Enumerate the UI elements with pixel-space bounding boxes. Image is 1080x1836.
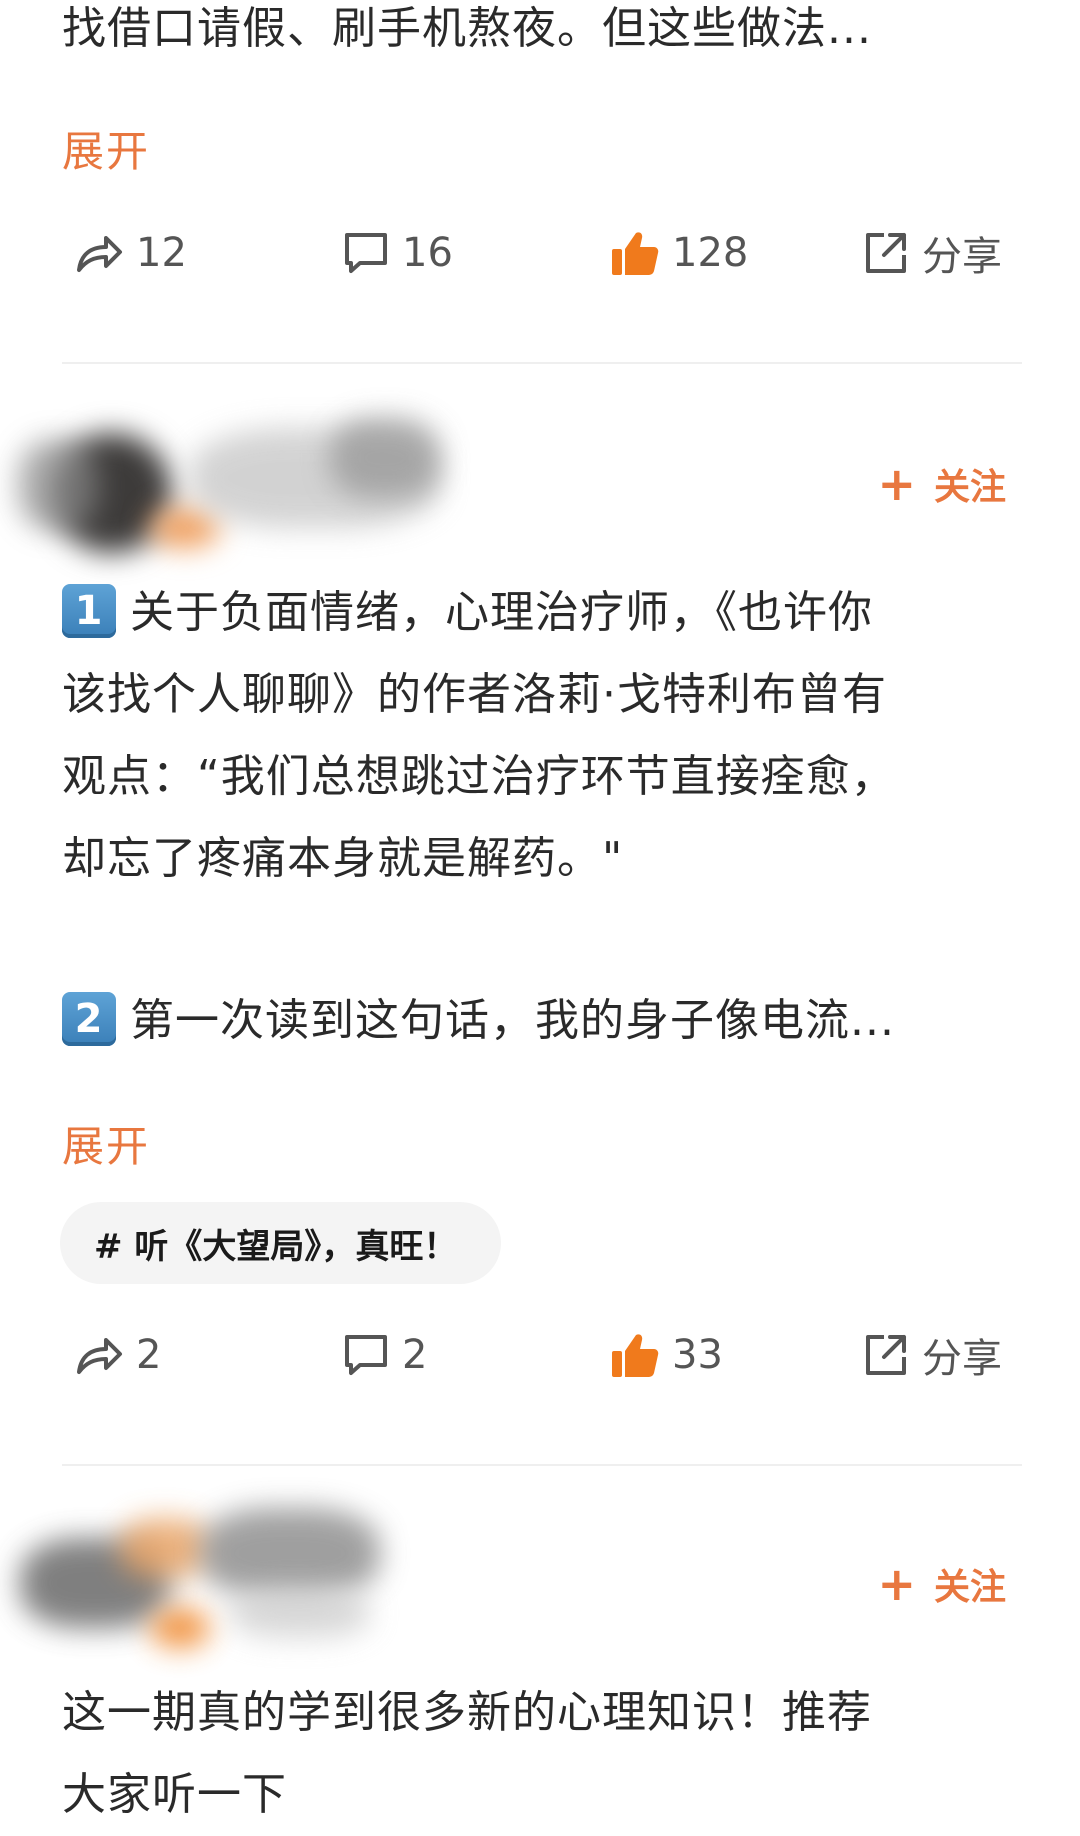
follow-label: 关注 bbox=[933, 1567, 1006, 1608]
thumbs-up-icon bbox=[610, 229, 660, 277]
paragraph-1-line-3: 观点：“我们总想跳过治疗环节直接痊愈， bbox=[62, 751, 896, 802]
repost-arrow-icon bbox=[74, 1332, 124, 1378]
like-count: 128 bbox=[672, 230, 749, 276]
plus-icon: + bbox=[877, 1557, 916, 1611]
paragraph-1-line-2: 该找个人聊聊》的作者洛莉·戈特利布曾有 bbox=[62, 669, 887, 720]
repost-count: 12 bbox=[136, 230, 187, 276]
post-divider bbox=[62, 1464, 1022, 1466]
post-1-last-line: 找借口请假、刷手机熬夜。但这些做法... bbox=[62, 3, 872, 54]
paragraph-2-text: 第一次读到这句话，我的身子像电流... bbox=[130, 995, 895, 1046]
post-2-action-bar: 2 2 33 分享 bbox=[62, 1320, 1022, 1390]
post-2-like-button[interactable]: 33 bbox=[610, 1320, 723, 1390]
post-2-expand-link[interactable]: 展开 bbox=[62, 1113, 150, 1174]
comment-count: 16 bbox=[402, 230, 453, 276]
post-1-repost-button[interactable]: 12 bbox=[74, 218, 187, 288]
paragraph-1-line-1: 关于负面情绪，心理治疗师，《也许你 bbox=[130, 587, 873, 638]
post-divider bbox=[62, 362, 1022, 364]
post-2-comment-button[interactable]: 2 bbox=[342, 1320, 427, 1390]
post-1-text: 找借口请假、刷手机熬夜。但这些做法... bbox=[62, 0, 1022, 70]
share-external-icon bbox=[862, 1331, 910, 1379]
keycap-number-badge: 2 bbox=[62, 992, 116, 1046]
post-3-text: 这一期真的学到很多新的心理知识！推荐 大家听一下 bbox=[62, 1672, 1022, 1836]
comment-bubble-icon bbox=[342, 230, 390, 276]
comment-count: 2 bbox=[402, 1332, 428, 1378]
post-1-action-bar: 12 16 128 分享 bbox=[62, 218, 1022, 288]
repost-count: 2 bbox=[136, 1332, 162, 1378]
paragraph-2-line: 2 第一次读到这句话，我的身子像电流... bbox=[62, 980, 1022, 1062]
post-1-share-button[interactable]: 分享 bbox=[862, 218, 1002, 288]
topic-label: # 听《大望局》，真旺！ bbox=[94, 1226, 458, 1267]
post-2-paragraph-1: 1 关于负面情绪，心理治疗师，《也许你 该找个人聊聊》的作者洛莉·戈特利布曾有 观… bbox=[62, 572, 1022, 900]
post-3-follow-button[interactable]: + 关注 bbox=[877, 1558, 1006, 1610]
post-3-author-row: + 关注 bbox=[0, 1478, 1080, 1678]
thumbs-up-icon bbox=[610, 1331, 660, 1379]
post-2-paragraph-2: 2 第一次读到这句话，我的身子像电流... bbox=[62, 980, 1022, 1062]
topic-hashtag-chip[interactable]: # 听《大望局》，真旺！ bbox=[60, 1202, 502, 1284]
post-1-like-button[interactable]: 128 bbox=[610, 218, 748, 288]
like-count: 33 bbox=[672, 1332, 723, 1378]
post-1-comment-button[interactable]: 16 bbox=[342, 218, 453, 288]
repost-arrow-icon bbox=[74, 230, 124, 276]
post-2-author-row: + 关注 bbox=[0, 378, 1080, 578]
paragraph-1-line-4: 却忘了疼痛本身就是解药。" bbox=[62, 833, 624, 884]
author-avatar-blurred[interactable] bbox=[0, 1478, 420, 1678]
comment-bubble-icon bbox=[342, 1332, 390, 1378]
share-label: 分享 bbox=[922, 1336, 1002, 1382]
post-2-follow-button[interactable]: + 关注 bbox=[877, 458, 1006, 510]
post-1-expand-link[interactable]: 展开 bbox=[62, 118, 150, 179]
share-label: 分享 bbox=[922, 234, 1002, 280]
comment-feed: 找借口请假、刷手机熬夜。但这些做法... 展开 12 16 128 分享 + 关… bbox=[0, 0, 1080, 1836]
follow-label: 关注 bbox=[933, 467, 1006, 508]
post-2-share-button[interactable]: 分享 bbox=[862, 1320, 1002, 1390]
post-3-line-2: 大家听一下 bbox=[62, 1769, 287, 1820]
post-2-repost-button[interactable]: 2 bbox=[74, 1320, 161, 1390]
post-3-line-1: 这一期真的学到很多新的心理知识！推荐 bbox=[62, 1687, 872, 1738]
author-avatar-blurred[interactable] bbox=[0, 378, 470, 578]
share-external-icon bbox=[862, 229, 910, 277]
keycap-number-badge: 1 bbox=[62, 584, 116, 638]
paragraph-1-line: 1 关于负面情绪，心理治疗师，《也许你 bbox=[62, 572, 1022, 654]
plus-icon: + bbox=[877, 457, 916, 511]
